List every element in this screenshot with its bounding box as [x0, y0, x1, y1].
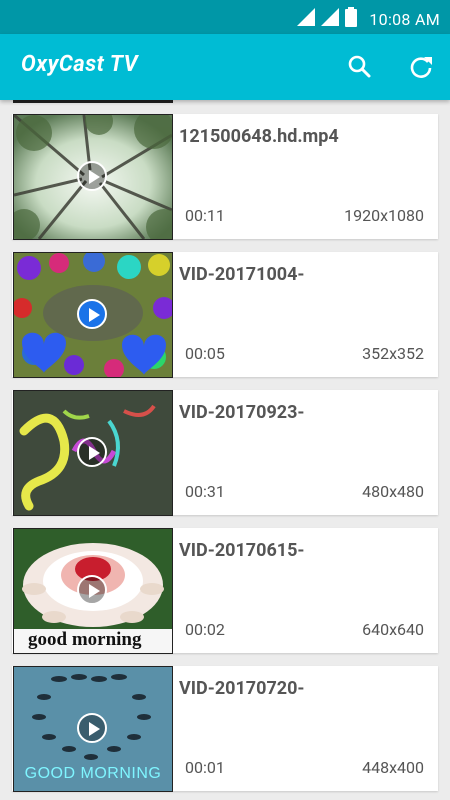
play-icon	[77, 299, 107, 329]
video-duration: 00:02	[185, 620, 225, 639]
video-duration: 00:05	[185, 344, 225, 363]
video-item[interactable]: 121500648.hd.mp4 00:11 1920x1080	[12, 114, 438, 240]
video-title: 121500648.hd.mp4	[179, 126, 339, 147]
refresh-icon	[410, 57, 432, 78]
video-item[interactable]: good morning VID-20170615- 00:02 640x640	[12, 528, 438, 654]
play-icon	[77, 713, 107, 743]
video-thumbnail	[13, 252, 173, 378]
video-resolution: 1920x1080	[344, 206, 424, 225]
search-icon	[348, 55, 371, 78]
video-duration: 00:11	[185, 206, 225, 225]
video-list[interactable]: 121500648.hd.mp4 00:11 1920x1080 VID-201…	[0, 100, 450, 800]
video-title: VID-20170923-	[179, 402, 305, 423]
video-resolution: 640x640	[362, 620, 424, 639]
status-time: 10:08 AM	[369, 9, 440, 29]
video-thumbnail	[13, 390, 173, 516]
video-thumbnail: GOOD MORNING	[13, 666, 173, 792]
video-thumbnail: good morning	[13, 528, 173, 654]
video-title: VID-20170720-	[179, 678, 305, 699]
video-thumbnail	[13, 114, 173, 240]
video-title: VID-20171004-	[179, 264, 305, 285]
status-bar: 10:08 AM	[0, 0, 450, 34]
refresh-button[interactable]	[407, 53, 435, 81]
video-resolution: 448x400	[362, 758, 424, 777]
search-button[interactable]	[346, 53, 374, 81]
app-bar: OxyCast TV	[0, 34, 450, 100]
video-duration: 00:31	[185, 482, 225, 501]
video-duration: 00:01	[185, 758, 225, 777]
app-title: OxyCast TV	[21, 52, 139, 77]
thumbnail-caption: GOOD MORNING	[24, 765, 162, 782]
thumbnail-caption: good morning	[28, 629, 142, 650]
video-item[interactable]: VID-20170923- 00:31 480x480	[12, 390, 438, 516]
play-icon	[77, 437, 107, 467]
video-resolution: 352x352	[362, 344, 424, 363]
video-item[interactable]: GOOD MORNING VID-20170720- 00:01 448x400	[12, 666, 438, 792]
video-title: VID-20170615-	[179, 540, 305, 561]
previous-item-edge	[13, 100, 173, 103]
status-icons: 10:08 AM	[297, 7, 440, 31]
signal-icon	[321, 8, 340, 30]
play-icon	[77, 575, 107, 605]
battery-icon	[345, 7, 358, 31]
video-item[interactable]: VID-20171004- 00:05 352x352	[12, 252, 438, 378]
signal-icon	[297, 8, 316, 30]
play-icon	[77, 161, 107, 191]
video-resolution: 480x480	[362, 482, 424, 501]
